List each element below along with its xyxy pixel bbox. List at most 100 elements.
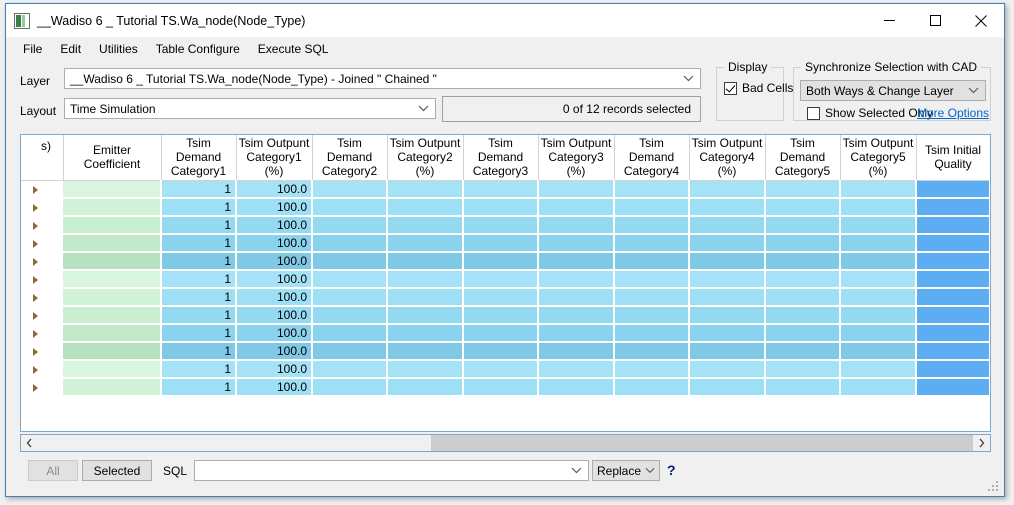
cell-to1[interactable]: 100.0: [236, 234, 313, 253]
cell-to1[interactable]: 100.0: [236, 324, 313, 343]
selected-button[interactable]: Selected: [82, 460, 152, 481]
cell-to2[interactable]: [387, 252, 464, 271]
cell-td3[interactable]: [463, 342, 539, 361]
cell-to1[interactable]: 100.0: [236, 342, 313, 361]
cell-td1[interactable]: 1: [161, 252, 237, 271]
table-row[interactable]: 1 100.0: [21, 216, 990, 235]
cell-to2[interactable]: [387, 234, 464, 253]
cell-td4[interactable]: [614, 306, 690, 325]
cell-to1[interactable]: 100.0: [236, 270, 313, 289]
help-button[interactable]: ?: [667, 462, 676, 478]
cell-truncated-column[interactable]: [41, 216, 63, 235]
cell-to5[interactable]: [840, 270, 917, 289]
cell-to4[interactable]: [689, 288, 766, 307]
table-row[interactable]: 1 100.0: [21, 252, 990, 271]
cell-truncated-column[interactable]: [41, 378, 63, 397]
cell-emitter[interactable]: [63, 342, 162, 361]
cell-to2[interactable]: [387, 216, 464, 235]
cell-to2[interactable]: [387, 198, 464, 217]
column-header-truncated[interactable]: s): [41, 135, 64, 181]
cell-truncated-column[interactable]: [41, 342, 63, 361]
cell-td4[interactable]: [614, 252, 690, 271]
horizontal-scrollbar[interactable]: [20, 434, 991, 452]
cell-to3[interactable]: [538, 198, 615, 217]
cell-emitter[interactable]: [63, 198, 162, 217]
layout-combo[interactable]: Time Simulation: [64, 98, 436, 119]
cell-td3[interactable]: [463, 324, 539, 343]
cell-to1[interactable]: 100.0: [236, 180, 313, 199]
cell-to4[interactable]: [689, 198, 766, 217]
cell-td4[interactable]: [614, 360, 690, 379]
cell-to5[interactable]: [840, 378, 917, 397]
cell-emitter[interactable]: [63, 306, 162, 325]
cell-tiq[interactable]: [916, 180, 990, 199]
cell-to4[interactable]: [689, 324, 766, 343]
cell-td2[interactable]: [312, 216, 388, 235]
cell-to5[interactable]: [840, 216, 917, 235]
cell-to1[interactable]: 100.0: [236, 288, 313, 307]
row-selector-cell[interactable]: [21, 360, 41, 378]
scrollbar-thumb[interactable]: [430, 435, 973, 451]
cell-truncated-column[interactable]: [41, 180, 63, 199]
cell-tiq[interactable]: [916, 270, 990, 289]
cell-to5[interactable]: [840, 252, 917, 271]
cell-to4[interactable]: [689, 342, 766, 361]
cell-to2[interactable]: [387, 342, 464, 361]
column-header-to4[interactable]: Tsim Outpunt Category4 (%): [689, 135, 766, 181]
row-selector-header[interactable]: [21, 135, 41, 181]
cell-tiq[interactable]: [916, 216, 990, 235]
cell-td5[interactable]: [765, 198, 841, 217]
cell-td4[interactable]: [614, 180, 690, 199]
cell-td1[interactable]: 1: [161, 216, 237, 235]
cell-td2[interactable]: [312, 378, 388, 397]
row-selector-cell[interactable]: [21, 234, 41, 252]
cell-emitter[interactable]: [63, 288, 162, 307]
row-selector-cell[interactable]: [21, 270, 41, 288]
cell-to5[interactable]: [840, 198, 917, 217]
cell-td5[interactable]: [765, 234, 841, 253]
cell-truncated-column[interactable]: [41, 288, 63, 307]
cell-truncated-column[interactable]: [41, 198, 63, 217]
cell-td1[interactable]: 1: [161, 378, 237, 397]
cell-truncated-column[interactable]: [41, 252, 63, 271]
cell-emitter[interactable]: [63, 252, 162, 271]
cell-to3[interactable]: [538, 324, 615, 343]
column-header-to2[interactable]: Tsim Outpunt Category2 (%): [387, 135, 464, 181]
cell-to5[interactable]: [840, 288, 917, 307]
cell-td5[interactable]: [765, 342, 841, 361]
cell-td2[interactable]: [312, 288, 388, 307]
table-row[interactable]: 1 100.0: [21, 270, 990, 289]
cell-to3[interactable]: [538, 306, 615, 325]
cell-to4[interactable]: [689, 252, 766, 271]
cell-td1[interactable]: 1: [161, 198, 237, 217]
cell-to3[interactable]: [538, 234, 615, 253]
cell-td2[interactable]: [312, 324, 388, 343]
table-row[interactable]: 1 100.0: [21, 180, 990, 199]
cell-td5[interactable]: [765, 378, 841, 397]
cell-to3[interactable]: [538, 378, 615, 397]
menu-execute-sql[interactable]: Execute SQL: [249, 39, 338, 59]
cell-to4[interactable]: [689, 216, 766, 235]
cell-emitter[interactable]: [63, 378, 162, 397]
cell-truncated-column[interactable]: [41, 270, 63, 289]
column-header-to5[interactable]: Tsim Outpunt Category5 (%): [840, 135, 917, 181]
cell-td2[interactable]: [312, 252, 388, 271]
column-header-td4[interactable]: Tsim Demand Category4: [614, 135, 690, 181]
cell-td5[interactable]: [765, 360, 841, 379]
data-grid[interactable]: s) Emitter Coefficient Tsim Demand Category1…: [20, 134, 991, 432]
cell-td5[interactable]: [765, 306, 841, 325]
cell-tiq[interactable]: [916, 252, 990, 271]
cell-to5[interactable]: [840, 306, 917, 325]
cell-td2[interactable]: [312, 342, 388, 361]
cell-td1[interactable]: 1: [161, 342, 237, 361]
column-header-emitter[interactable]: Emitter Coefficient: [63, 135, 162, 181]
cell-td4[interactable]: [614, 216, 690, 235]
cell-td2[interactable]: [312, 198, 388, 217]
cell-td3[interactable]: [463, 306, 539, 325]
cell-td3[interactable]: [463, 378, 539, 397]
table-row[interactable]: 1 100.0: [21, 360, 990, 379]
table-row[interactable]: 1 100.0: [21, 306, 990, 325]
cell-td3[interactable]: [463, 198, 539, 217]
cell-emitter[interactable]: [63, 324, 162, 343]
row-selector-cell[interactable]: [21, 180, 41, 198]
